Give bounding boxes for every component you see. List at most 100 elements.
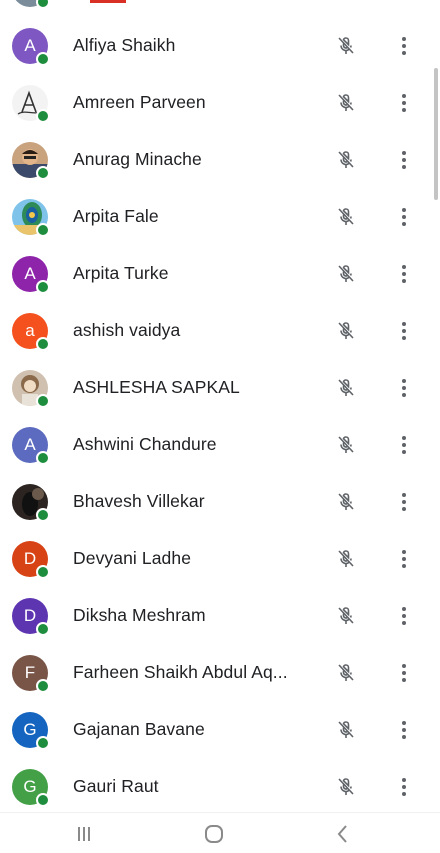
avatar-initial: G	[23, 776, 37, 796]
online-status-icon	[36, 564, 50, 579]
participant-name: Arpita Fale	[73, 206, 159, 226]
mic-off-icon	[334, 433, 358, 457]
avatar: D	[12, 597, 50, 636]
participant-row[interactable]: D Devyani Ladhe	[0, 530, 440, 587]
participant-row[interactable]: D Diksha Meshram	[0, 587, 440, 644]
participant-row[interactable]: A Ashwini Chandure	[0, 416, 440, 473]
participant-name: Ashwini Chandure	[73, 434, 217, 454]
participant-row[interactable]: A Alfiya Shaikh	[0, 17, 440, 74]
avatar: a	[12, 312, 50, 351]
mic-off-icon	[334, 0, 358, 1]
avatar: A	[12, 27, 50, 66]
back-icon[interactable]	[330, 821, 356, 847]
participant-name: Arpita Turke	[73, 263, 169, 283]
more-vert-icon[interactable]	[396, 262, 412, 286]
avatar	[12, 483, 50, 522]
more-vert-icon[interactable]	[396, 604, 412, 628]
avatar-initial: A	[24, 263, 36, 283]
online-status-icon	[36, 279, 50, 294]
online-status-icon	[36, 165, 50, 180]
mic-off-icon	[334, 262, 358, 286]
avatar: A	[12, 255, 50, 294]
more-vert-icon[interactable]	[396, 775, 412, 799]
online-status-icon	[36, 792, 50, 807]
avatar-initial: F	[24, 662, 36, 682]
mic-off-icon	[334, 148, 358, 172]
online-status-icon	[36, 735, 50, 750]
online-status-icon	[36, 621, 50, 636]
participant-name: Farheen Shaikh Abdul Aq...	[73, 662, 288, 682]
more-vert-icon[interactable]	[396, 0, 412, 1]
participant-row[interactable]: Amreen Parveen	[0, 74, 440, 131]
online-status-icon	[36, 0, 50, 9]
avatar-initial: A	[24, 434, 36, 454]
participant-row[interactable]: G Gauri Raut	[0, 758, 440, 815]
participant-name: Gajanan Bavane	[73, 719, 205, 739]
avatar: A	[12, 0, 50, 9]
more-vert-icon[interactable]	[396, 433, 412, 457]
mic-off-icon	[334, 547, 358, 571]
participant-row[interactable]: A Arpita Turke	[0, 245, 440, 302]
more-vert-icon[interactable]	[396, 376, 412, 400]
participant-name: Amreen Parveen	[73, 92, 206, 112]
recents-icon[interactable]	[71, 821, 97, 847]
participant-name: Alfiya Shaikh	[73, 35, 176, 55]
online-status-icon	[36, 678, 50, 693]
participant-name: ashish vaidya	[73, 320, 181, 340]
mic-off-icon	[334, 490, 358, 514]
avatar	[12, 369, 50, 408]
more-vert-icon[interactable]	[396, 91, 412, 115]
avatar-initial: D	[23, 548, 37, 568]
online-status-icon	[36, 507, 50, 522]
avatar	[12, 141, 50, 180]
participant-row[interactable]: a ashish vaidya	[0, 302, 440, 359]
avatar	[12, 198, 50, 237]
online-status-icon	[36, 108, 50, 123]
participant-name: Gauri Raut	[73, 776, 159, 796]
avatar-initial: D	[23, 605, 37, 625]
mic-off-icon	[334, 319, 358, 343]
participant-row[interactable]: Anurag Minache	[0, 131, 440, 188]
mic-off-icon	[334, 661, 358, 685]
online-status-icon	[36, 393, 50, 408]
scrollbar[interactable]	[434, 68, 438, 200]
mic-off-icon	[334, 376, 358, 400]
mic-off-icon	[334, 91, 358, 115]
avatar: F	[12, 654, 50, 693]
more-vert-icon[interactable]	[396, 148, 412, 172]
avatar-initial: A	[24, 35, 36, 55]
avatar-initial: G	[23, 719, 37, 739]
home-icon[interactable]	[201, 821, 227, 847]
more-vert-icon[interactable]	[396, 661, 412, 685]
mic-off-icon	[334, 718, 358, 742]
participant-name: Devyani Ladhe	[73, 548, 192, 568]
avatar: G	[12, 711, 50, 750]
participant-row[interactable]: Bhavesh Villekar	[0, 473, 440, 530]
avatar-initial: a	[25, 320, 35, 340]
online-status-icon	[36, 51, 50, 66]
mic-off-icon	[334, 775, 358, 799]
participant-row[interactable]: F Farheen Shaikh Abdul Aq...	[0, 644, 440, 701]
participant-row[interactable]: AAkhilesh Kulkarni	[0, 0, 440, 17]
mic-off-icon	[334, 604, 358, 628]
more-vert-icon[interactable]	[396, 205, 412, 229]
participant-row[interactable]: Arpita Fale	[0, 188, 440, 245]
more-vert-icon[interactable]	[396, 718, 412, 742]
more-vert-icon[interactable]	[396, 547, 412, 571]
mic-off-icon	[334, 205, 358, 229]
system-navbar	[0, 812, 440, 853]
participant-name: Diksha Meshram	[73, 605, 206, 625]
avatar: G	[12, 768, 50, 807]
avatar: A	[12, 426, 50, 465]
participant-name: ASHLESHA SAPKAL	[73, 377, 240, 397]
participant-name: Anurag Minache	[73, 149, 202, 169]
participant-row[interactable]: G Gajanan Bavane	[0, 701, 440, 758]
more-vert-icon[interactable]	[396, 34, 412, 58]
participant-row[interactable]: ASHLESHA SAPKAL	[0, 359, 440, 416]
participant-name: Bhavesh Villekar	[73, 491, 205, 511]
mic-off-icon	[334, 34, 358, 58]
avatar	[12, 84, 50, 123]
more-vert-icon[interactable]	[396, 319, 412, 343]
online-status-icon	[36, 336, 50, 351]
more-vert-icon[interactable]	[396, 490, 412, 514]
